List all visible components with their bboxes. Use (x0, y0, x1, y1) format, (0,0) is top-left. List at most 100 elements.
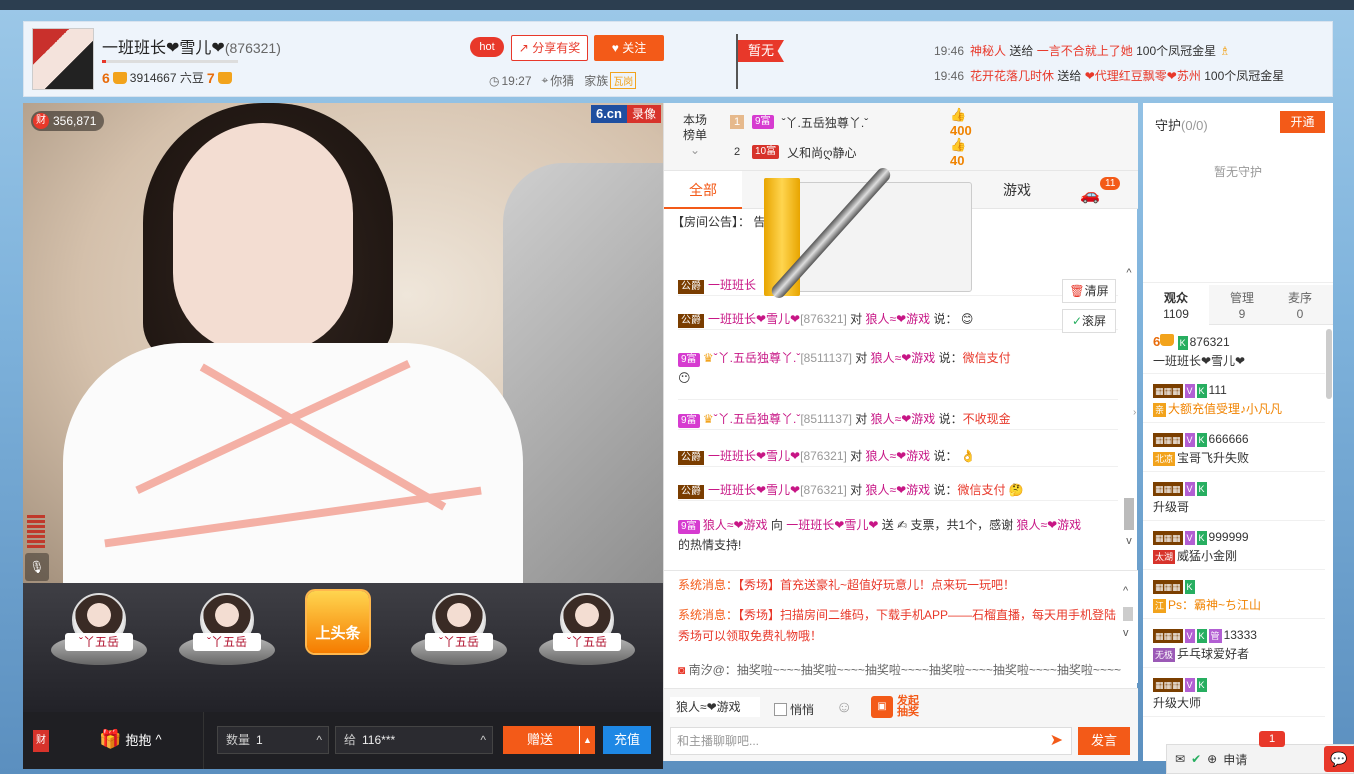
rank-title[interactable]: 本场榜单 ⌄ (678, 113, 712, 158)
message-target[interactable]: 狼人≈❤游戏 (871, 351, 936, 365)
chat-message-input[interactable]: 和主播聊聊吧... ➤ (670, 727, 1072, 755)
whisper-checkbox[interactable] (774, 703, 787, 716)
wealth-icon[interactable]: 财 (33, 730, 49, 752)
gift-sender[interactable]: 神秘人 (970, 44, 1006, 58)
apply-button[interactable]: 申请 (1223, 751, 1247, 768)
message-user[interactable]: 一班班长 (708, 278, 756, 292)
say-label: 说： (933, 449, 958, 463)
message-user[interactable]: 一班班长❤雪儿❤ (708, 483, 800, 497)
message-target[interactable]: 狼人≈❤游戏 (866, 483, 931, 497)
gift-selector[interactable]: 🎁 抱抱 ^ (99, 729, 162, 750)
message-user[interactable]: ˇ丫.五岳独尊丫.ˇ (714, 412, 801, 426)
rank-row[interactable]: 2 10富 乂和尚ღ静心 👍 40 (730, 137, 966, 168)
clear-screen-button[interactable]: 🗑清屏 (1062, 279, 1116, 303)
message-target[interactable]: 狼人≈❤游戏 (871, 412, 936, 426)
tab-all[interactable]: 全部 (664, 171, 742, 209)
flag-badge[interactable]: 暂无 (738, 40, 784, 62)
chevron-right-icon[interactable]: › (1133, 398, 1142, 428)
seat-label: ˇ丫五岳 (193, 633, 261, 651)
manager-badge-icon: 管 (1208, 628, 1222, 643)
chevron-down-icon[interactable]: v (1123, 535, 1135, 547)
record-button[interactable]: 录像 (626, 105, 661, 123)
audience-row[interactable]: ▦▦▦ V K 升级大师 (1143, 668, 1325, 717)
family-badge: 太湖 (1153, 549, 1176, 564)
message-user-id: [876321] (800, 483, 847, 497)
system-scrollbar[interactable]: ^ v (1123, 581, 1135, 641)
tab-audience[interactable]: 观众 1109 (1143, 285, 1209, 325)
say-label: 说： (933, 312, 958, 326)
open-guard-button[interactable]: 开通 (1280, 111, 1325, 133)
crown-icon: ♛ (702, 351, 714, 365)
chat-target-select[interactable]: 狼人≈❤游戏 (670, 697, 760, 717)
paper-plane-icon[interactable]: ➤ (1050, 728, 1063, 754)
follow-button[interactable]: ♥ 关注 (594, 35, 664, 61)
video-stream[interactable]: 财 356,871 6.cn 录像 🎙 (23, 103, 663, 583)
scroll-lock-button[interactable]: ✓滚屏 (1062, 309, 1116, 333)
seat-4[interactable]: ˇ丫五岳 (539, 593, 635, 673)
tab-admins[interactable]: 管理 9 (1209, 285, 1275, 325)
gift-receiver[interactable]: ❤代理红豆飘零❤苏州 (1085, 69, 1201, 83)
send-gift-button[interactable]: 赠送 ▲ (503, 726, 595, 754)
seat-2[interactable]: ˇ丫五岳 (179, 593, 275, 673)
chevron-up-icon[interactable]: ^ (1123, 267, 1135, 279)
rank-row[interactable]: 1 9富 ˇ丫.五岳独尊丫.ˇ 👍 400 (730, 107, 972, 138)
message-user[interactable]: 一班班长❤雪儿❤ (708, 449, 800, 463)
message-target[interactable]: 狼人≈❤游戏 (866, 449, 931, 463)
tab-count: 0 (1296, 307, 1304, 321)
anchor-name[interactable]: 一班班长❤雪儿❤(876321) (102, 34, 281, 58)
audience-row[interactable]: ▦▦▦ V K 111 亲大额充值受理♪小凡凡 (1143, 374, 1325, 423)
message-verb: 向 (770, 518, 783, 532)
quantity-input[interactable]: 数量 1 ^ (217, 726, 329, 754)
car-icon[interactable]: 🚗 (1080, 185, 1100, 205)
message-user[interactable]: ˇ丫.五岳独尊丫.ˇ (714, 351, 801, 365)
rank-value-text: 400 (950, 122, 972, 138)
audience-row[interactable]: ▦▦▦ V K 999999 太湖 威猛小金刚 (1143, 521, 1325, 570)
audience-row[interactable]: ▦▦▦ V K 升级哥 (1143, 472, 1325, 521)
recipient-input[interactable]: 给 116*** ^ (335, 726, 493, 754)
family-badge: 江 (1153, 598, 1167, 613)
chat-bubble-icon[interactable]: 💬 (1324, 746, 1354, 772)
family-label: 家族 (584, 74, 609, 88)
message-target[interactable]: 一班班长❤雪儿❤ (786, 518, 878, 532)
audience-scrollbar[interactable] (1326, 329, 1332, 399)
trash-icon: 🗑 (1069, 284, 1085, 298)
microphone-icon[interactable]: 🎙 (25, 553, 49, 581)
gift-verb: 送给 (1009, 44, 1034, 58)
lottery-button[interactable]: ▣ 发起抽奖 (871, 696, 923, 718)
scroll-thumb[interactable] (1124, 498, 1134, 530)
audience-row[interactable]: 6 K 876321 一班班长❤雪儿❤ (1143, 325, 1325, 374)
message-user[interactable]: 狼人≈❤游戏 (703, 518, 768, 532)
emoji-picker-icon[interactable]: ☺ (836, 699, 852, 717)
audience-row[interactable]: ▦▦▦ V K 管 13333 无极 乒乓球爱好者 (1143, 619, 1325, 668)
family-tag[interactable]: 瓦岗 (610, 72, 637, 89)
tab-game[interactable]: 游戏 (984, 171, 1050, 209)
audience-row[interactable]: ▦▦▦ V K 666666 北凉 宝哥飞升失败 (1143, 423, 1325, 472)
recharge-button[interactable]: 充值 (603, 726, 651, 754)
whisper-toggle[interactable]: 悄悄 (774, 701, 814, 718)
no-guard-text: 暂无守护 (1213, 165, 1262, 179)
anchor-avatar[interactable] (32, 28, 94, 90)
video-face (173, 123, 353, 353)
room-id: (876321) (224, 40, 281, 56)
message-target[interactable]: 狼人≈❤游戏 (866, 312, 931, 326)
gift-receiver[interactable]: 一言不合就上了她 (1037, 44, 1133, 58)
system-label: 系统消息： (678, 608, 739, 622)
tab-mic-queue[interactable]: 麦序 0 (1267, 285, 1333, 325)
share-button[interactable]: ↗ 分享有奖 (511, 35, 588, 61)
seat-3[interactable]: ˇ丫五岳 (411, 593, 507, 673)
message-user[interactable]: 一班班长❤雪儿❤ (708, 312, 800, 326)
send-message-button[interactable]: 发言 (1078, 727, 1130, 755)
mail-icon[interactable]: ✉ (1175, 752, 1185, 766)
caret-up-icon[interactable]: ▲ (579, 726, 595, 754)
message-user[interactable]: 狼人≈❤游戏 (1017, 518, 1082, 532)
zoom-icon[interactable]: ⊕ (1207, 752, 1217, 766)
room-location: 你猜 (550, 74, 575, 88)
gift-bar: 财 🎁 抱抱 ^ 数量 1 ^ 给 116*** ^ 赠送 ▲ 充值 (23, 712, 663, 769)
system-text[interactable]: 【秀场】首充送豪礼~超值好玩意儿！点来玩一玩吧！ (738, 578, 1015, 592)
system-text[interactable]: 【秀场】扫描房间二维码，下载手机APP——石榴直播，每天用手机登陆秀场可以领取免… (678, 608, 1116, 643)
headline-button[interactable]: 上头条 (307, 591, 373, 661)
audience-row[interactable]: ▦▦▦ K 江 Ps：霸神~ち江山 (1143, 570, 1325, 619)
gift-sender[interactable]: 花开花落几时休 (970, 69, 1054, 83)
shield-check-icon[interactable]: ✔ (1191, 752, 1201, 766)
seat-1[interactable]: ˇ丫五岳 (51, 593, 147, 673)
